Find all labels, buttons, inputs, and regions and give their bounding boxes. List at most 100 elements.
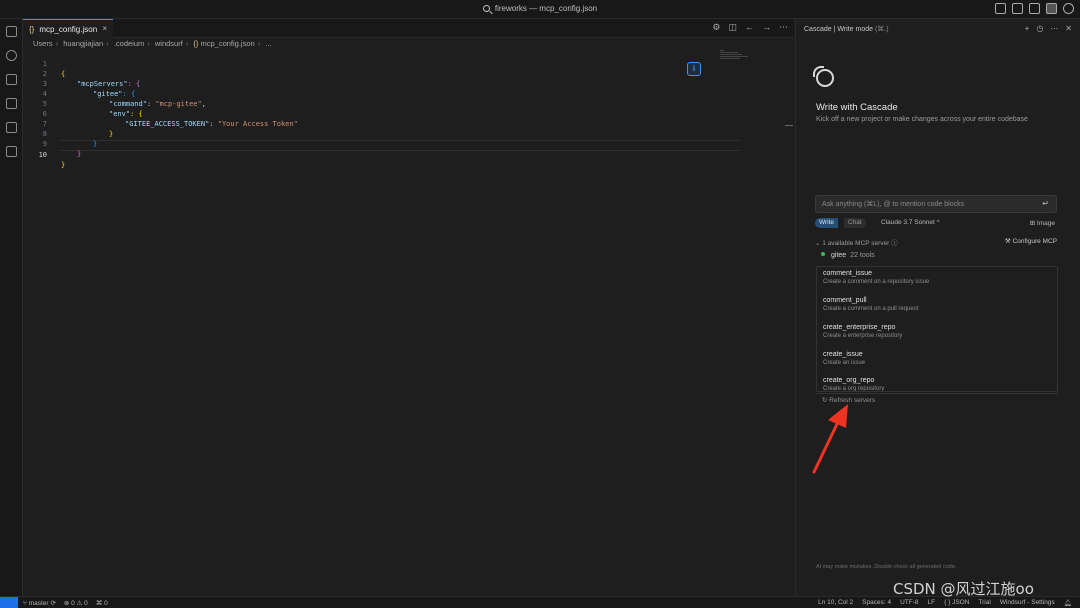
line-ending[interactable]: LF — [928, 599, 936, 607]
search-icon — [482, 5, 490, 12]
back-icon[interactable]: ← — [745, 22, 754, 33]
minimap[interactable] — [720, 50, 760, 60]
cascade-header-title: Cascade | Write mode — [804, 26, 873, 33]
mcp-server-gitee[interactable]: gitee 22 tools — [821, 252, 875, 259]
more-actions-icon[interactable]: ⋯ — [779, 22, 788, 33]
watermark: CSDN @风过江施oo — [893, 580, 1034, 598]
more-icon[interactable]: ⋯ — [1050, 24, 1058, 33]
cascade-input[interactable]: Ask anything (⌘L), @ to mention code blo… — [815, 195, 1057, 213]
title-bar: fireworks — mcp_config.json — [0, 0, 1080, 19]
tool-name: create_issue — [823, 351, 863, 358]
mcp-summary-row: ⌄ 1 available MCP server ⓘ ⚒ Configure M… — [815, 237, 1057, 247]
breadcrumb-item[interactable]: .codeium — [114, 39, 144, 48]
code-line: 6 "GITEE_ACCESS_TOKEN": "Your Access Tok… — [23, 99, 723, 128]
cascade-logo-icon — [813, 66, 834, 87]
tool-description: Create a comment on a repository issue — [823, 279, 930, 285]
submit-icon[interactable]: ↵ — [1042, 199, 1049, 208]
code-line: 7 } — [23, 109, 723, 138]
tool-item[interactable]: create_enterprise_repo Create a enterpri… — [823, 324, 1053, 339]
json-file-icon: {} — [193, 39, 199, 48]
close-icon[interactable]: ✕ — [1065, 24, 1072, 33]
tool-name: comment_pull — [823, 297, 867, 304]
cursor-position[interactable]: Ln 10, Col 2 — [818, 599, 853, 607]
status-left: ⑂ master ⟳ ⊗ 0 ⚠ 0 ⌘ 0 — [23, 599, 108, 607]
remote-indicator[interactable] — [0, 597, 18, 608]
tool-description: Create a org repository — [823, 386, 885, 392]
tool-description: Create a enterprise repository — [823, 333, 903, 339]
json-brace: } — [61, 161, 66, 169]
json-brace: } — [77, 150, 82, 158]
toggle-sidebar-icon[interactable] — [995, 3, 1006, 14]
code-line: 5 "env": { — [23, 89, 723, 118]
tool-description: Create a comment on a pull request — [823, 306, 919, 312]
model-selector[interactable]: Claude 3.7 Sonnet ^ — [881, 219, 940, 226]
command-center[interactable]: fireworks — mcp_config.json — [0, 4, 1080, 13]
breadcrumb-item[interactable]: windsurf — [155, 39, 183, 48]
activity-bar — [0, 19, 23, 596]
close-tab-icon[interactable]: × — [102, 24, 107, 33]
tool-item[interactable]: comment_issue Create a comment on a repo… — [823, 270, 1053, 285]
cascade-toggle-icon[interactable] — [1046, 3, 1057, 14]
cascade-shortcut-hint: (⌘.) — [874, 26, 889, 33]
windsurf-settings[interactable]: Windsurf - Settings — [1000, 599, 1055, 607]
source-control-icon[interactable] — [6, 74, 17, 85]
mcp-server-count[interactable]: ⌄ 1 available MCP server ⓘ — [815, 240, 898, 247]
info-icon[interactable] — [687, 62, 701, 76]
cascade-header-actions: + ◷ ⋯ ✕ — [1025, 24, 1072, 33]
history-icon[interactable]: ◷ — [1036, 24, 1043, 33]
remote-explorer-icon[interactable] — [6, 122, 17, 133]
scrollbar[interactable] — [785, 125, 793, 126]
mode-chat-button[interactable]: Chat — [844, 218, 866, 228]
forward-icon[interactable]: → — [762, 22, 771, 33]
gear-icon[interactable]: ⚙ — [712, 22, 720, 33]
toggle-panel-icon[interactable] — [1012, 3, 1023, 14]
tool-name: create_enterprise_repo — [823, 324, 896, 331]
tab-label: mcp_config.json — [39, 25, 98, 34]
ports-indicator[interactable]: ⌘ 0 — [96, 599, 108, 607]
window-title: fireworks — mcp_config.json — [494, 4, 598, 13]
mode-row: Write Chat Claude 3.7 Sonnet ^ ⊞ Image — [815, 218, 1057, 229]
code-line: 1 { — [23, 49, 723, 78]
breadcrumb-item[interactable]: Users — [33, 39, 53, 48]
tool-item[interactable]: create_org_repo Create a org repository — [823, 377, 1053, 392]
cascade-title: Write with Cascade — [816, 102, 898, 113]
code-line: 3 "gitee": { — [23, 69, 723, 98]
server-tool-count: 22 tools — [850, 252, 875, 259]
tool-name: create_org_repo — [823, 377, 875, 384]
ai-disclaimer: AI may make mistakes. Double-check all g… — [816, 564, 957, 570]
status-right: Ln 10, Col 2 Spaces: 4 UTF-8 LF { } JSON… — [818, 599, 1072, 607]
tool-item[interactable]: create_issue Create an issue — [823, 351, 1053, 366]
toggle-secondary-sidebar-icon[interactable] — [1029, 3, 1040, 14]
tool-description: Create an issue — [823, 360, 866, 366]
encoding[interactable]: UTF-8 — [900, 599, 918, 607]
code-line: 10 } — [23, 140, 723, 169]
breadcrumb-item[interactable]: mcp_config.json — [201, 39, 255, 48]
cascade-input-placeholder: Ask anything (⌘L), @ to mention code blo… — [822, 201, 965, 208]
image-button[interactable]: ⊞ Image — [1030, 219, 1055, 227]
mcp-tools-list[interactable]: comment_issue Create a comment on a repo… — [816, 266, 1058, 392]
breadcrumb-item[interactable]: ... — [265, 39, 271, 48]
plan-badge[interactable]: Trial — [978, 599, 990, 607]
split-editor-icon[interactable]: ◫ — [728, 22, 737, 33]
tab-mcp-config[interactable]: {} mcp_config.json × — [23, 19, 113, 38]
code-editor[interactable]: 1 { 2 "mcpServers": { 3 "gitee": { 4 "co… — [23, 48, 794, 596]
code-line: 9 } — [23, 129, 723, 158]
explorer-icon[interactable] — [6, 26, 17, 37]
language-mode[interactable]: { } JSON — [944, 599, 969, 607]
editor-actions: ⚙ ◫ ← → ⋯ — [712, 22, 788, 33]
indentation[interactable]: Spaces: 4 — [862, 599, 891, 607]
breadcrumb-item[interactable]: huangjiajian — [63, 39, 103, 48]
plus-icon[interactable]: + — [1025, 24, 1030, 33]
run-debug-icon[interactable] — [6, 98, 17, 109]
line-number: 10 — [38, 151, 47, 159]
bell-icon[interactable]: 🔔︎ — [1064, 599, 1072, 607]
search-icon[interactable] — [6, 50, 17, 61]
account-icon[interactable] — [1063, 3, 1074, 14]
extensions-icon[interactable] — [6, 146, 17, 157]
problems-indicator[interactable]: ⊗ 0 ⚠ 0 — [64, 599, 88, 607]
mode-write-button[interactable]: Write — [815, 218, 839, 228]
code-line: 8 } — [23, 119, 723, 148]
tool-item[interactable]: comment_pull Create a comment on a pull … — [823, 297, 1053, 312]
configure-mcp-button[interactable]: ⚒ Configure MCP — [1005, 237, 1057, 245]
branch-indicator[interactable]: ⑂ master ⟳ — [23, 599, 56, 607]
